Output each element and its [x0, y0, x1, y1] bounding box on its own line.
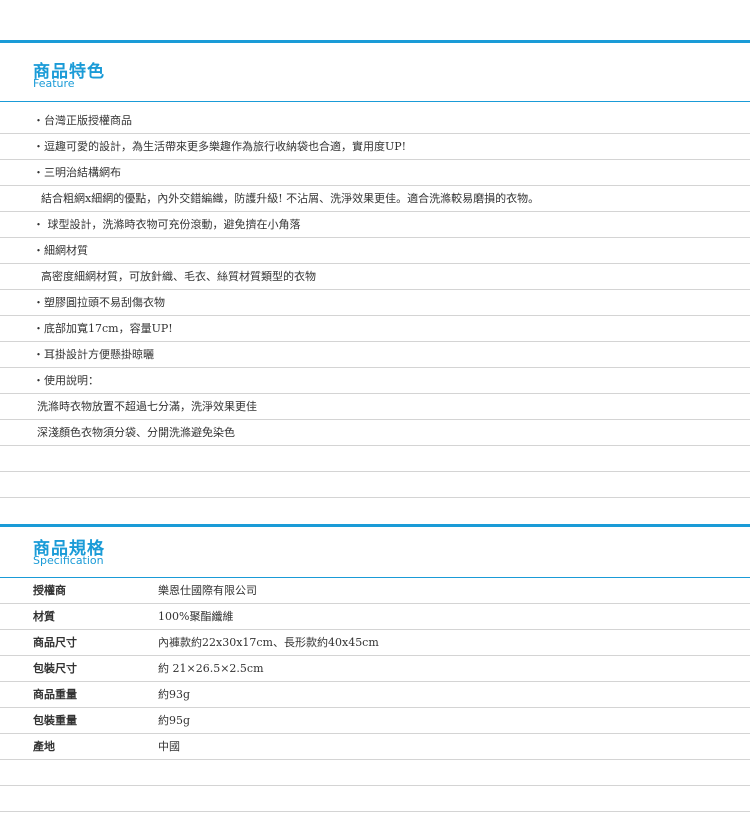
spec-label: 產地 — [33, 740, 55, 753]
feature-text: ・耳掛設計方便懸掛晾曬 — [33, 348, 154, 361]
feature-top-rule — [0, 40, 750, 43]
feature-header-rule — [0, 101, 750, 102]
table-row: 材質 100%聚酯纖維 — [0, 604, 750, 630]
feature-text: ・ 球型設計，洗滌時衣物可充份滾動，避免擠在小角落 — [33, 218, 301, 231]
feature-text: ・三明治結構網布 — [33, 166, 121, 179]
feature-text: ・逗趣可愛的設計，為生活帶來更多樂趣作為旅行收納袋也合適，實用度UP! — [33, 140, 407, 153]
feature-text: ・塑膠圓拉頭不易刮傷衣物 — [33, 296, 165, 309]
list-item: ・耳掛設計方便懸掛晾曬 — [0, 342, 750, 368]
table-row: 商品尺寸 內褲款約22x30x17cm、長形款約40x45cm — [0, 630, 750, 656]
list-item: 結合粗網x細網的優點，內外交錯編織，防護升級! 不沾屑、洗淨效果更佳。適合洗滌較… — [0, 186, 750, 212]
feature-text: 洗滌時衣物放置不超過七分滿，洗淨效果更佳 — [37, 400, 257, 413]
feature-text: ・底部加寬17cm，容量UP! — [33, 322, 173, 335]
list-item: ・底部加寬17cm，容量UP! — [0, 316, 750, 342]
list-item: 高密度細網材質，可放針織、毛衣、絲質材質類型的衣物 — [0, 264, 750, 290]
table-row — [0, 760, 750, 786]
list-item: ・台灣正版授權商品 — [0, 108, 750, 134]
spec-value: 中國 — [158, 740, 180, 753]
feature-text: 深淺顏色衣物須分袋、分開洗滌避免染色 — [37, 426, 235, 439]
feature-subtitle: Feature — [33, 77, 75, 90]
spec-value: 約95g — [158, 714, 191, 727]
spec-value: 約93g — [158, 688, 191, 701]
table-row: 授權商 樂恩仕國際有限公司 — [0, 578, 750, 604]
spec-value: 內褲款約22x30x17cm、長形款約40x45cm — [158, 636, 379, 649]
feature-text: ・台灣正版授權商品 — [33, 114, 132, 127]
spec-subtitle: Specification — [33, 554, 104, 567]
feature-text: ・使用說明： — [33, 374, 99, 387]
spec-value: 樂恩仕國際有限公司 — [158, 584, 257, 597]
table-row: 產地 中國 — [0, 734, 750, 760]
list-item: ・三明治結構網布 — [0, 160, 750, 186]
table-row: 包裝重量 約95g — [0, 708, 750, 734]
spec-label: 包裝尺寸 — [33, 662, 77, 675]
list-item: ・使用說明： — [0, 368, 750, 394]
table-row: 包裝尺寸 約 21×26.5×2.5cm — [0, 656, 750, 682]
spec-value: 100%聚酯纖維 — [158, 610, 234, 623]
feature-text: 高密度細網材質，可放針織、毛衣、絲質材質類型的衣物 — [41, 270, 316, 283]
spec-value: 約 21×26.5×2.5cm — [158, 662, 264, 675]
feature-text: 結合粗網x細網的優點，內外交錯編織，防護升級! 不沾屑、洗淨效果更佳。適合洗滌較… — [41, 192, 540, 205]
spec-label: 商品重量 — [33, 688, 77, 701]
list-item: ・塑膠圓拉頭不易刮傷衣物 — [0, 290, 750, 316]
spec-label: 包裝重量 — [33, 714, 77, 727]
spec-label: 材質 — [33, 610, 55, 623]
spec-label: 授權商 — [33, 584, 66, 597]
list-item: ・細網材質 — [0, 238, 750, 264]
table-row — [0, 786, 750, 812]
table-row: 商品重量 約93g — [0, 682, 750, 708]
list-item — [0, 472, 750, 498]
list-item: ・逗趣可愛的設計，為生活帶來更多樂趣作為旅行收納袋也合適，實用度UP! — [0, 134, 750, 160]
spec-top-rule — [0, 524, 750, 527]
spec-label: 商品尺寸 — [33, 636, 77, 649]
list-item: 深淺顏色衣物須分袋、分開洗滌避免染色 — [0, 420, 750, 446]
list-item: ・ 球型設計，洗滌時衣物可充份滾動，避免擠在小角落 — [0, 212, 750, 238]
list-item — [0, 446, 750, 472]
list-item: 洗滌時衣物放置不超過七分滿，洗淨效果更佳 — [0, 394, 750, 420]
feature-text: ・細網材質 — [33, 244, 88, 257]
